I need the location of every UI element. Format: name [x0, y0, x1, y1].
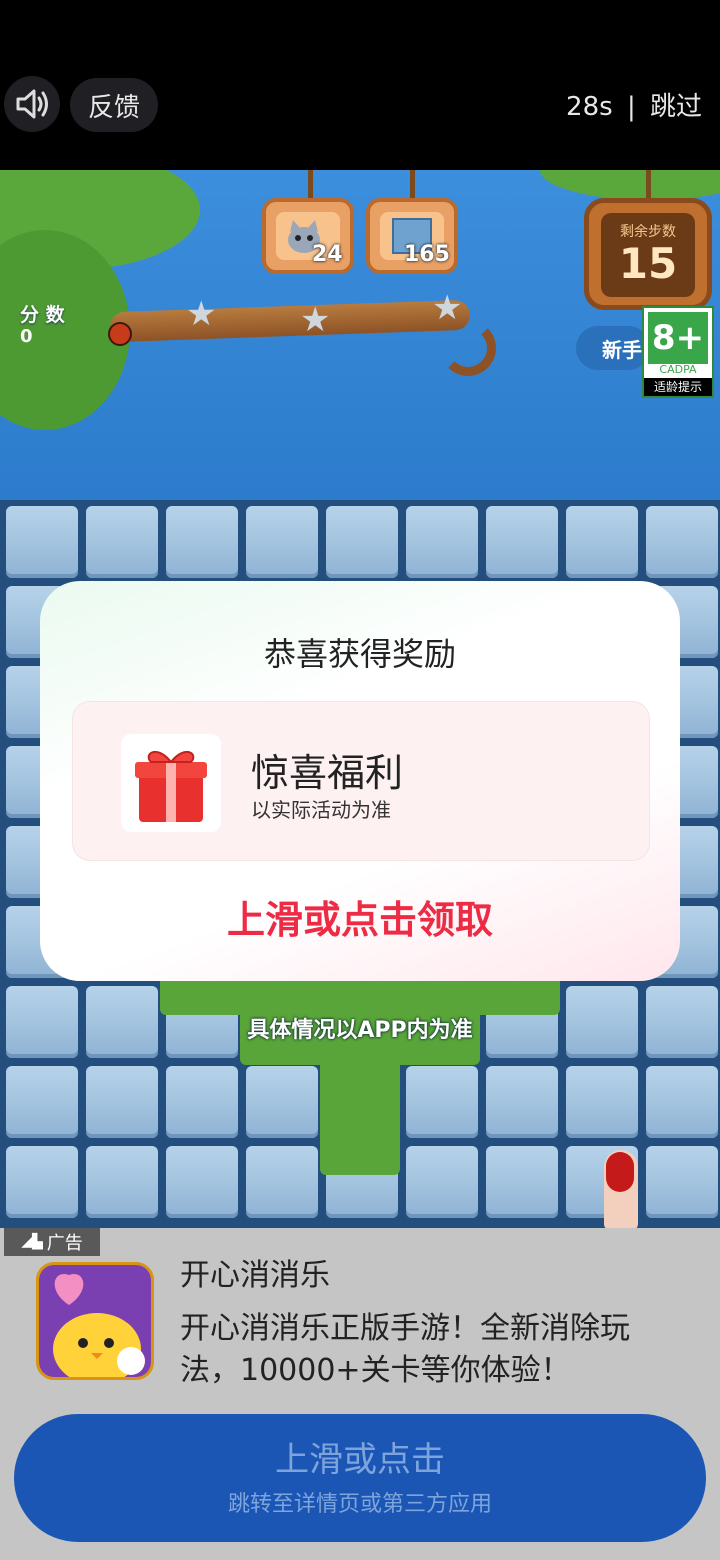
app-icon[interactable] [36, 1262, 154, 1380]
board-tile [166, 1146, 238, 1218]
board-tile [246, 1066, 318, 1138]
goal-cat: 24 [262, 198, 354, 274]
hand-nail [606, 1152, 634, 1192]
branch-curl [440, 320, 496, 376]
board-tile [6, 1066, 78, 1138]
gift-box-icon [121, 734, 221, 832]
reward-card[interactable]: 惊喜福利 以实际活动为准 [72, 701, 650, 861]
age-rating-value: 8+ [648, 312, 708, 364]
leaf-block [320, 975, 400, 1175]
countdown-text: 28s [566, 92, 613, 122]
ad-cta-button[interactable]: 上滑或点击 跳转至详情页或第三方应用 [14, 1414, 706, 1542]
star-icon: ★ [300, 300, 331, 340]
remaining-steps: 剩余步数 15 [584, 198, 712, 310]
ad-badge: ◢▙ 广告 [4, 1228, 100, 1256]
ad-panel[interactable]: ◢▙ 广告 开心消消乐 开心消消乐正版手游！全新消除玩法，10000+关卡等你体… [0, 1228, 720, 1560]
skip-label[interactable]: 跳过 [650, 92, 702, 122]
board-tile [6, 1146, 78, 1218]
ad-description: 开心消消乐正版手游！全新消除玩法，10000+关卡等你体验！ [180, 1311, 630, 1388]
speaker-icon [16, 89, 48, 119]
age-rating-badge: 8+ CADPA 适龄提示 [642, 306, 714, 398]
score-value: 0 [20, 326, 33, 347]
claim-button[interactable]: 上滑或点击领取 [40, 889, 680, 944]
board-tile [646, 506, 718, 578]
star-icon: ★ [186, 294, 217, 334]
skip-countdown[interactable]: 28s | 跳过 [566, 86, 702, 123]
board-tile [326, 506, 398, 578]
board-tile [6, 506, 78, 578]
score-label: 分 数 [20, 304, 65, 326]
board-tile [406, 1066, 478, 1138]
steps-label: 剩余步数 [620, 224, 676, 240]
board-tile [486, 1146, 558, 1218]
rope [646, 170, 651, 200]
board-tile [486, 506, 558, 578]
goal-tile-count: 165 [404, 242, 450, 267]
goal-tile: 165 [366, 198, 458, 274]
star-icon: ★ [432, 288, 463, 328]
steps-value: 15 [618, 239, 678, 288]
board-tile [86, 1066, 158, 1138]
board-tile [486, 1066, 558, 1138]
skip-separator: | [626, 92, 636, 122]
cta-sub-label: 跳转至详情页或第三方应用 [227, 1492, 492, 1517]
signal-icon: ◢▙ [21, 1234, 43, 1250]
reward-subtitle: 以实际活动为准 [251, 798, 391, 822]
board-tile [646, 1066, 718, 1138]
board-tile [166, 506, 238, 578]
board-tile [86, 1146, 158, 1218]
ad-app-name[interactable]: 开心消消乐 [180, 1250, 330, 1294]
board-tile [646, 1146, 718, 1218]
reward-title: 惊喜福利 [251, 751, 404, 795]
board-tile [246, 1146, 318, 1218]
board-tile [166, 1066, 238, 1138]
ad-badge-label: 广告 [46, 1233, 83, 1254]
board-tile [246, 506, 318, 578]
steps-panel: 剩余步数 15 [601, 213, 695, 297]
newbie-button[interactable]: 新手 [576, 326, 650, 370]
dialog-title: 恭喜获得奖励 [263, 635, 456, 673]
board-tile [566, 1066, 638, 1138]
board-tile [406, 1146, 478, 1218]
feedback-button[interactable]: 反馈 [70, 78, 158, 132]
age-rating-org: CADPA [659, 363, 697, 376]
disclaimer-note: 具体情况以APP内为准 [247, 1018, 473, 1043]
cta-main-label: 上滑或点击 [275, 1440, 445, 1480]
board-tile [566, 506, 638, 578]
reward-dialog[interactable]: 恭喜获得奖励 惊喜福利 以实际活动为准 上滑或点击领取 [40, 581, 680, 981]
board-tile [86, 506, 158, 578]
sound-toggle-button[interactable] [4, 76, 60, 132]
board-tile [406, 506, 478, 578]
age-rating-hint: 适龄提示 [644, 378, 712, 396]
goal-cat-count: 24 [312, 242, 343, 267]
ladybug-icon [108, 322, 132, 346]
